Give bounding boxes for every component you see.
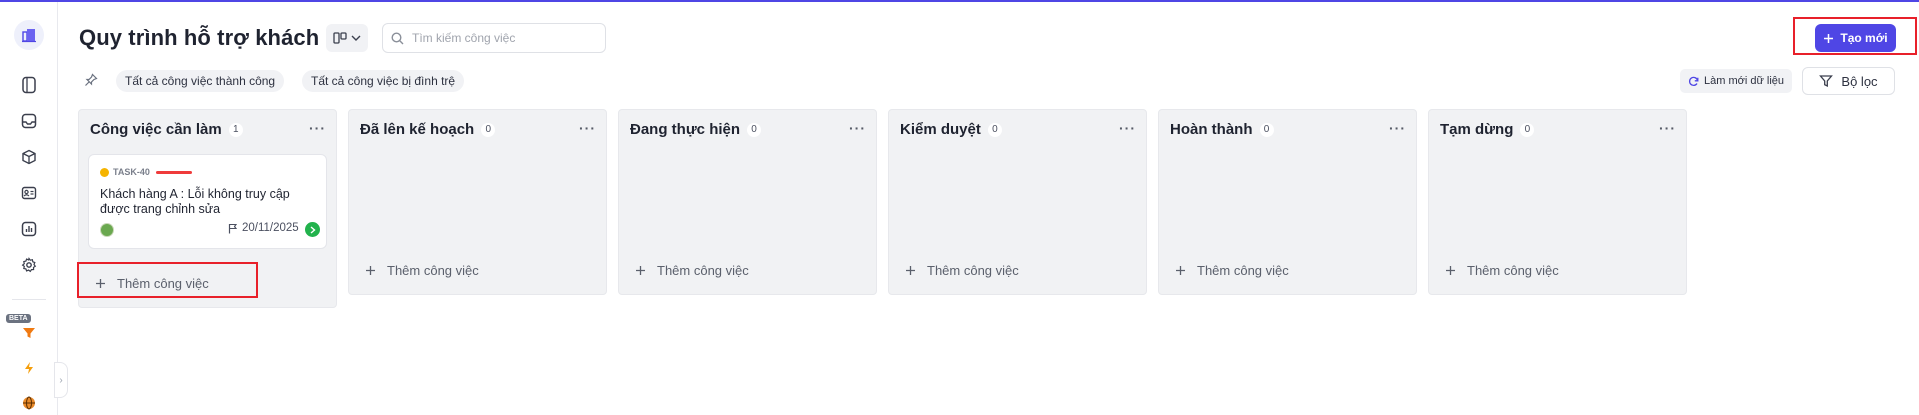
avatar xyxy=(100,223,114,237)
filter-icon xyxy=(1819,75,1834,88)
column-header: Tạm dừng 0 xyxy=(1440,121,1535,138)
create-new-button[interactable]: Tạo mới xyxy=(1815,24,1896,52)
bar-chart-icon[interactable] xyxy=(18,218,40,240)
column-count-badge: 0 xyxy=(1259,122,1274,137)
board-view-icon xyxy=(333,32,347,44)
column-count-badge: 1 xyxy=(228,122,243,137)
add-task-button[interactable]: Thêm công việc xyxy=(635,259,749,281)
contact-card-icon[interactable] xyxy=(18,182,40,204)
more-options-icon[interactable]: ··· xyxy=(849,120,866,136)
card-meta: TASK-40 xyxy=(100,167,192,177)
more-options-icon[interactable]: ··· xyxy=(309,120,326,136)
create-new-label: Tạo mới xyxy=(1840,31,1888,45)
column-in-progress: Đang thực hiện 0 ··· Thêm công việc xyxy=(618,109,877,295)
chevron-right-icon xyxy=(310,225,316,234)
inbox-icon[interactable] xyxy=(18,110,40,132)
column-title: Tạm dừng xyxy=(1440,121,1514,138)
chevron-right-icon: › xyxy=(59,374,63,386)
column-header: Đã lên kế hoạch 0 xyxy=(360,121,496,138)
priority-bar xyxy=(155,170,192,174)
add-task-button[interactable]: Thêm công việc xyxy=(1175,259,1289,281)
column-title: Đang thực hiện xyxy=(630,121,741,138)
pin-icon[interactable] xyxy=(84,73,98,92)
column-header: Kiểm duyệt 0 xyxy=(900,121,1002,138)
top-accent-line xyxy=(0,0,1919,2)
column-count-badge: 0 xyxy=(987,122,1002,137)
box-icon[interactable] xyxy=(18,146,40,168)
document-icon[interactable] xyxy=(18,74,40,96)
search-input[interactable] xyxy=(412,31,592,45)
sidebar: BETA xyxy=(0,2,58,415)
column-done: Hoàn thành 0 ··· Thêm công việc xyxy=(1158,109,1417,295)
column-count-badge: 0 xyxy=(481,122,496,137)
column-review: Kiểm duyệt 0 ··· Thêm công việc xyxy=(888,109,1147,295)
column-header: Công việc cần làm 1 xyxy=(90,121,243,138)
column-planned: Đã lên kế hoạch 0 ··· Thêm công việc xyxy=(348,109,607,295)
status-dot xyxy=(100,167,109,177)
open-task-button[interactable] xyxy=(305,222,320,237)
plus-icon xyxy=(636,265,645,275)
sidebar-divider xyxy=(12,299,46,300)
add-task-label: Thêm công việc xyxy=(387,262,479,278)
chevron-down-icon xyxy=(351,35,361,41)
column-title: Hoàn thành xyxy=(1170,121,1253,138)
add-task-button[interactable]: Thêm công việc xyxy=(905,259,1019,281)
column-paused: Tạm dừng 0 ··· Thêm công việc xyxy=(1428,109,1687,295)
column-title: Kiểm duyệt xyxy=(900,121,981,138)
add-task-button[interactable]: Thêm công việc xyxy=(1445,259,1559,281)
globe-icon[interactable] xyxy=(18,392,40,414)
more-options-icon[interactable]: ··· xyxy=(1389,120,1406,136)
column-title: Đã lên kế hoạch xyxy=(360,121,475,138)
due-date-text: 20/11/2025 xyxy=(242,222,299,234)
plus-icon xyxy=(906,265,915,275)
refresh-data-button[interactable]: Làm mới dữ liệu xyxy=(1680,69,1792,93)
chip-all-stalled[interactable]: Tất cả công việc bị đình trệ xyxy=(302,70,465,92)
task-id: TASK-40 xyxy=(113,167,150,177)
filter-button[interactable]: Bộ lọc xyxy=(1802,67,1895,95)
building-icon[interactable] xyxy=(14,20,44,50)
add-task-label: Thêm công việc xyxy=(1197,262,1289,278)
column-header: Đang thực hiện 0 xyxy=(630,121,762,138)
search-icon xyxy=(391,31,404,44)
column-title: Công việc cần làm xyxy=(90,121,222,138)
due-date: 20/11/2025 xyxy=(228,222,299,234)
add-task-button[interactable]: Thêm công việc xyxy=(365,259,479,281)
column-count-badge: 0 xyxy=(747,122,762,137)
lightning-icon[interactable] xyxy=(18,357,40,379)
column-count-badge: 0 xyxy=(1520,122,1535,137)
chip-all-successful[interactable]: Tất cả công việc thành công xyxy=(116,70,285,92)
settings-icon[interactable] xyxy=(18,254,40,276)
view-switcher[interactable] xyxy=(326,24,368,52)
sidebar-collapse-button[interactable]: › xyxy=(54,362,68,398)
refresh-icon xyxy=(1689,76,1699,86)
refresh-label: Làm mới dữ liệu xyxy=(1704,75,1784,87)
plus-icon xyxy=(366,265,375,275)
more-options-icon[interactable]: ··· xyxy=(1659,120,1676,136)
page-title: Quy trình hỗ trợ khách xyxy=(79,25,320,50)
plus-icon xyxy=(1824,33,1834,43)
search-box[interactable] xyxy=(382,23,606,53)
add-task-label: Thêm công việc xyxy=(927,262,1019,278)
add-task-label: Thêm công việc xyxy=(1467,262,1559,278)
task-card[interactable]: TASK-40 Khách hàng A : Lỗi không truy cậ… xyxy=(88,154,327,249)
add-task-highlight xyxy=(77,262,258,298)
more-options-icon[interactable]: ··· xyxy=(579,120,596,136)
filter-label: Bộ lọc xyxy=(1841,73,1878,89)
more-options-icon[interactable]: ··· xyxy=(1119,120,1136,136)
funnel-icon[interactable] xyxy=(18,322,40,344)
plus-icon xyxy=(1176,265,1185,275)
column-header: Hoàn thành 0 xyxy=(1170,121,1274,138)
plus-icon xyxy=(1446,265,1455,275)
task-title: Khách hàng A : Lỗi không truy cập được t… xyxy=(100,187,290,216)
flag-icon xyxy=(228,223,238,233)
add-task-label: Thêm công việc xyxy=(657,262,749,278)
